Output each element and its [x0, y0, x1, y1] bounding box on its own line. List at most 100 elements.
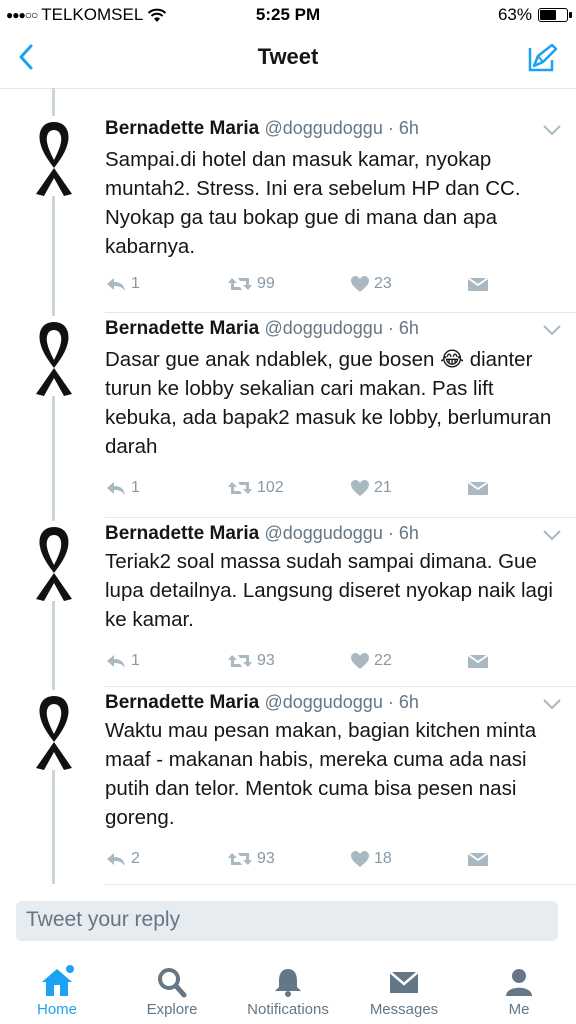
avatar[interactable]	[24, 316, 84, 396]
like-action[interactable]: 21	[350, 479, 392, 497]
like-action[interactable]: 18	[350, 850, 392, 868]
direct-message-action[interactable]	[467, 652, 489, 670]
reply-input[interactable]: Tweet your reply	[16, 901, 558, 941]
tab-explore[interactable]: Explore	[117, 955, 227, 1018]
retweet-icon	[228, 655, 252, 667]
page-title: Tweet	[257, 44, 319, 69]
navigation-bar: Tweet	[0, 30, 576, 89]
tab-bar: Home Explore Notifications Messages Me	[0, 955, 576, 1024]
compose-tweet-icon[interactable]	[526, 42, 558, 74]
heart-icon	[351, 653, 369, 669]
like-action[interactable]: 23	[350, 275, 392, 293]
bell-icon	[275, 969, 301, 997]
reply-action[interactable]: 1	[105, 652, 140, 670]
author-name[interactable]: Bernadette Maria	[105, 118, 259, 139]
tweet-actions: 1 102 21	[105, 479, 505, 503]
like-action[interactable]: 22	[350, 652, 392, 670]
author-name[interactable]: Bernadette Maria	[105, 692, 259, 713]
like-count: 18	[374, 850, 392, 867]
envelope-icon	[467, 654, 489, 668]
reply-count: 1	[131, 275, 140, 292]
retweet-count: 93	[257, 652, 275, 669]
tweet-text: Sampai.di hotel dan masuk kamar, nyokap …	[105, 148, 521, 258]
tweet-header: Bernadette Maria @doggudoggu · 6h	[105, 523, 419, 545]
retweet-action[interactable]: 102	[227, 479, 284, 497]
tweet-divider	[105, 312, 576, 313]
search-icon	[158, 968, 187, 998]
author-handle: @doggudoggu · 6h	[264, 692, 419, 712]
tab-home[interactable]: Home	[2, 955, 112, 1018]
retweet-icon	[228, 482, 252, 494]
tweet-divider	[105, 884, 576, 885]
heart-icon	[351, 276, 369, 292]
reply-placeholder: Tweet your reply	[26, 908, 181, 931]
reply-count: 1	[131, 479, 140, 496]
tweet-actions: 1 93 22	[105, 652, 505, 676]
tweet-text: Teriak2 soal massa sudah sampai dimana. …	[105, 550, 553, 631]
envelope-icon	[467, 481, 489, 495]
reply-action[interactable]: 2	[105, 850, 140, 868]
retweet-icon	[228, 278, 252, 290]
reply-icon	[107, 853, 125, 866]
chevron-down-icon[interactable]	[542, 124, 562, 136]
avatar[interactable]	[24, 116, 84, 196]
chevron-down-icon[interactable]	[542, 529, 562, 541]
envelope-icon	[467, 277, 489, 291]
like-count: 22	[374, 652, 392, 669]
like-count: 21	[374, 479, 392, 496]
tweet-text: Waktu mau pesan makan, bagian kitchen mi…	[105, 719, 537, 829]
reply-action[interactable]: 1	[105, 275, 140, 293]
direct-message-action[interactable]	[467, 850, 489, 868]
direct-message-action[interactable]	[467, 479, 489, 497]
envelope-icon	[389, 971, 419, 993]
chevron-down-icon[interactable]	[542, 324, 562, 336]
heart-icon	[351, 480, 369, 496]
reply-action[interactable]: 1	[105, 479, 140, 497]
tab-notifications-label: Notifications	[247, 1001, 329, 1018]
reply-count: 2	[131, 850, 140, 867]
author-handle: @doggudoggu · 6h	[264, 118, 419, 138]
tweet-header: Bernadette Maria @doggudoggu · 6h	[105, 118, 419, 140]
avatar[interactable]	[24, 521, 84, 601]
author-name[interactable]: Bernadette Maria	[105, 523, 259, 544]
retweet-count: 93	[257, 850, 275, 867]
heart-icon	[351, 851, 369, 867]
author-name[interactable]: Bernadette Maria	[105, 318, 259, 339]
direct-message-action[interactable]	[467, 275, 489, 293]
retweet-icon	[228, 853, 252, 865]
like-count: 23	[374, 275, 392, 292]
status-bar: ●●●○○ TELKOMSEL 5:25 PM 63%	[0, 0, 576, 30]
tweet-text: Dasar gue anak ndablek, gue bosen 😂 dian…	[105, 348, 552, 458]
tweet-header: Bernadette Maria @doggudoggu · 6h	[105, 692, 419, 714]
tab-messages-label: Messages	[369, 1001, 439, 1018]
person-icon	[506, 969, 532, 996]
avatar[interactable]	[24, 690, 84, 770]
tweet-actions: 2 93 18	[105, 850, 505, 874]
author-handle: @doggudoggu · 6h	[264, 318, 419, 338]
tab-home-label: Home	[36, 1001, 77, 1018]
retweet-action[interactable]: 93	[227, 850, 275, 868]
tweet-header: Bernadette Maria @doggudoggu · 6h	[105, 318, 419, 340]
tweet-divider	[105, 686, 576, 687]
tweet-divider	[105, 517, 576, 518]
battery-icon	[538, 8, 572, 22]
retweet-action[interactable]: 99	[227, 275, 275, 293]
author-handle: @doggudoggu · 6h	[264, 523, 419, 543]
tab-explore-label: Explore	[146, 1001, 198, 1018]
battery-percent: 63%	[497, 5, 532, 24]
reply-count: 1	[131, 652, 140, 669]
home-icon	[42, 965, 74, 996]
tab-me-label: Me	[508, 1001, 530, 1018]
tweet-actions: 1 99 23	[105, 275, 505, 299]
tab-me[interactable]: Me	[464, 955, 574, 1018]
envelope-icon	[467, 852, 489, 866]
retweet-count: 99	[257, 275, 275, 292]
retweet-action[interactable]: 93	[227, 652, 275, 670]
clock: 5:25 PM	[255, 5, 321, 24]
reply-icon	[107, 482, 125, 495]
tab-messages[interactable]: Messages	[349, 955, 459, 1018]
chevron-down-icon[interactable]	[542, 698, 562, 710]
reply-icon	[107, 278, 125, 291]
retweet-count: 102	[257, 479, 284, 496]
tab-notifications[interactable]: Notifications	[233, 955, 343, 1018]
